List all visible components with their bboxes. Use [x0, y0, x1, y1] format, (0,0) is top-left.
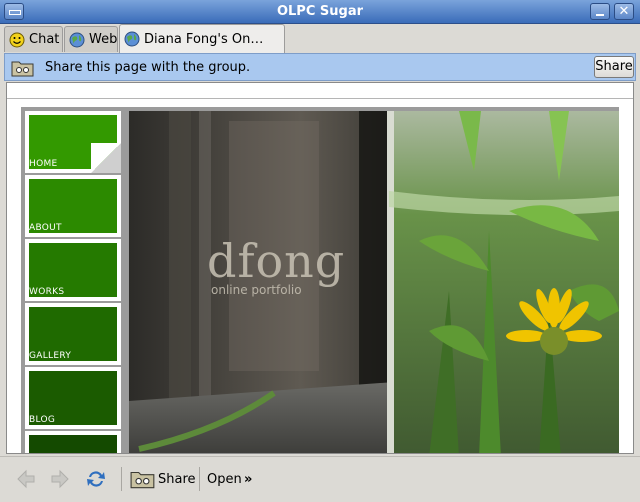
- site-logo[interactable]: dfong online portfolio: [207, 234, 346, 297]
- tab-web-label: Web: [89, 32, 118, 47]
- site-logo-subtitle: online portfolio: [211, 283, 302, 297]
- nav-home[interactable]: HOME: [25, 111, 121, 173]
- smiley-icon: [9, 32, 25, 47]
- minimize-button[interactable]: [590, 3, 610, 20]
- open-label: Open: [207, 471, 242, 487]
- shared-folder-icon: [11, 61, 34, 77]
- nav-gallery[interactable]: GALLERY: [25, 303, 121, 365]
- shared-folder-icon: [130, 471, 155, 489]
- tab-web[interactable]: Web: [64, 26, 118, 52]
- forward-button[interactable]: [48, 465, 72, 493]
- nav-blog[interactable]: BLOG: [25, 367, 121, 429]
- globe-icon: [124, 31, 140, 47]
- chevron-more-icon: »: [244, 471, 253, 487]
- window-title: OLPC Sugar: [276, 4, 364, 19]
- nav-home-label: HOME: [29, 159, 58, 169]
- toolbar-separator: [199, 467, 200, 491]
- site-logo-text: dfong: [207, 234, 346, 288]
- toolbar-share-label: Share: [158, 471, 196, 487]
- reload-icon: [87, 471, 105, 487]
- reload-button[interactable]: [84, 465, 108, 493]
- nav-gallery-label: GALLERY: [29, 351, 72, 361]
- tab-diana-fong-label: Diana Fong's On…: [144, 31, 264, 47]
- browser-toolbar: Share Open »: [0, 456, 640, 502]
- tab-chat-label: Chat: [29, 32, 60, 47]
- page-top-strip: [7, 83, 633, 99]
- window-titlebar: OLPC Sugar ✕: [0, 0, 640, 24]
- close-button[interactable]: ✕: [614, 3, 634, 20]
- nav-works-label: WORKS: [29, 287, 65, 297]
- share-message: Share this page with the group.: [45, 60, 251, 75]
- tab-chat[interactable]: Chat: [4, 26, 63, 52]
- tab-bar: Chat Web Diana Fong's On…: [0, 24, 640, 53]
- page-curl-icon: [91, 143, 121, 173]
- forward-arrow-icon: [51, 469, 69, 489]
- toolbar-share-button[interactable]: Share: [130, 465, 196, 493]
- back-arrow-icon: [17, 469, 35, 489]
- tab-diana-fong[interactable]: Diana Fong's On…: [119, 24, 285, 53]
- open-button[interactable]: Open: [207, 465, 242, 493]
- nav-more[interactable]: [25, 431, 121, 453]
- nav-blog-label: BLOG: [29, 415, 56, 425]
- toolbar-separator: [121, 467, 122, 491]
- close-icon: ✕: [618, 4, 630, 19]
- hero-photo: dfong online portfolio: [129, 111, 619, 453]
- globe-icon: [69, 32, 85, 47]
- web-content-view[interactable]: HOME ABOUT WORKS GALLERY BLOG dfong onli…: [6, 82, 634, 454]
- back-button[interactable]: [14, 465, 38, 493]
- nav-about-label: ABOUT: [29, 223, 62, 233]
- share-button[interactable]: Share: [594, 56, 634, 78]
- nav-works[interactable]: WORKS: [25, 239, 121, 301]
- share-notification-bar: Share this page with the group. Share: [4, 53, 636, 81]
- nav-about[interactable]: ABOUT: [25, 175, 121, 237]
- toolbar-overflow-button[interactable]: »: [244, 465, 252, 493]
